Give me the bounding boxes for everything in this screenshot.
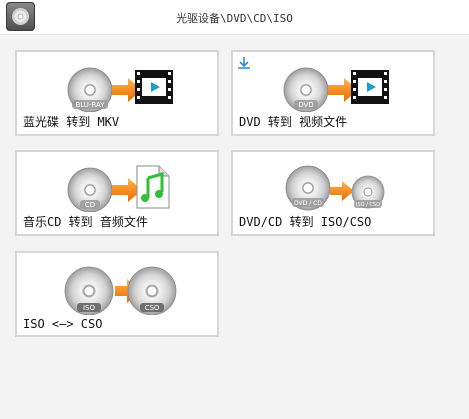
svg-text:CSO: CSO: [145, 304, 160, 312]
musiccd-to-audio-graphic: CD: [67, 165, 170, 212]
iso-cso-graphic: ISO CSO: [64, 266, 177, 315]
card-label: ISO <—> CSO: [23, 317, 103, 331]
svg-text:BLU-RAY: BLU-RAY: [75, 101, 105, 109]
disc-icon: CD: [67, 167, 113, 212]
orange-arrow-icon: [330, 181, 354, 201]
disc-icon: DVD: [283, 67, 329, 112]
bluray-to-mkv-button[interactable]: BLU-RAY 蓝光碟 转到 MKV: [15, 50, 219, 136]
disc-icon: DVD / CD: [285, 165, 331, 211]
window-title: 光驱设备\DVD\CD\ISO: [176, 12, 293, 25]
title-bar: 光驱设备\DVD\CD\ISO: [0, 0, 469, 35]
dvdcd-to-isocso-button[interactable]: DVD / CD ISO / CSO DVD/CD 转到 ISO/CSO: [231, 150, 435, 236]
svg-text:DVD / CD: DVD / CD: [294, 200, 322, 207]
film-strip-icon: [135, 70, 173, 104]
disc-icon: ISO: [64, 266, 114, 315]
disc-icon: BLU-RAY: [67, 67, 113, 112]
svg-text:ISO: ISO: [83, 304, 96, 312]
bluray-to-mkv-graphic: BLU-RAY: [67, 67, 173, 112]
music-note-icon: [136, 165, 170, 209]
dvd-to-video-button[interactable]: DVD DVD 转到 视频文件: [231, 50, 435, 136]
card-label: 音乐CD 转到 音频文件: [23, 215, 148, 229]
iso-cso-button[interactable]: ISO CSO ISO <—> CSO: [15, 251, 219, 337]
dvdcd-to-isocso-graphic: DVD / CD ISO / CSO: [285, 165, 385, 211]
card-label: DVD 转到 视频文件: [239, 115, 348, 129]
svg-text:DVD: DVD: [298, 101, 313, 109]
dvd-to-video-graphic: DVD: [283, 67, 389, 112]
svg-text:ISO / CSO: ISO / CSO: [356, 202, 380, 208]
film-strip-icon: [351, 70, 389, 104]
disc-icon: ISO / CSO: [351, 175, 385, 209]
svg-text:CD: CD: [85, 201, 95, 209]
card-label: 蓝光碟 转到 MKV: [23, 115, 120, 129]
card-label: DVD/CD 转到 ISO/CSO: [239, 215, 372, 229]
disc-icon: CSO: [127, 266, 177, 315]
musiccd-to-audio-button[interactable]: CD 音乐CD 转到 音频文件: [15, 150, 219, 236]
